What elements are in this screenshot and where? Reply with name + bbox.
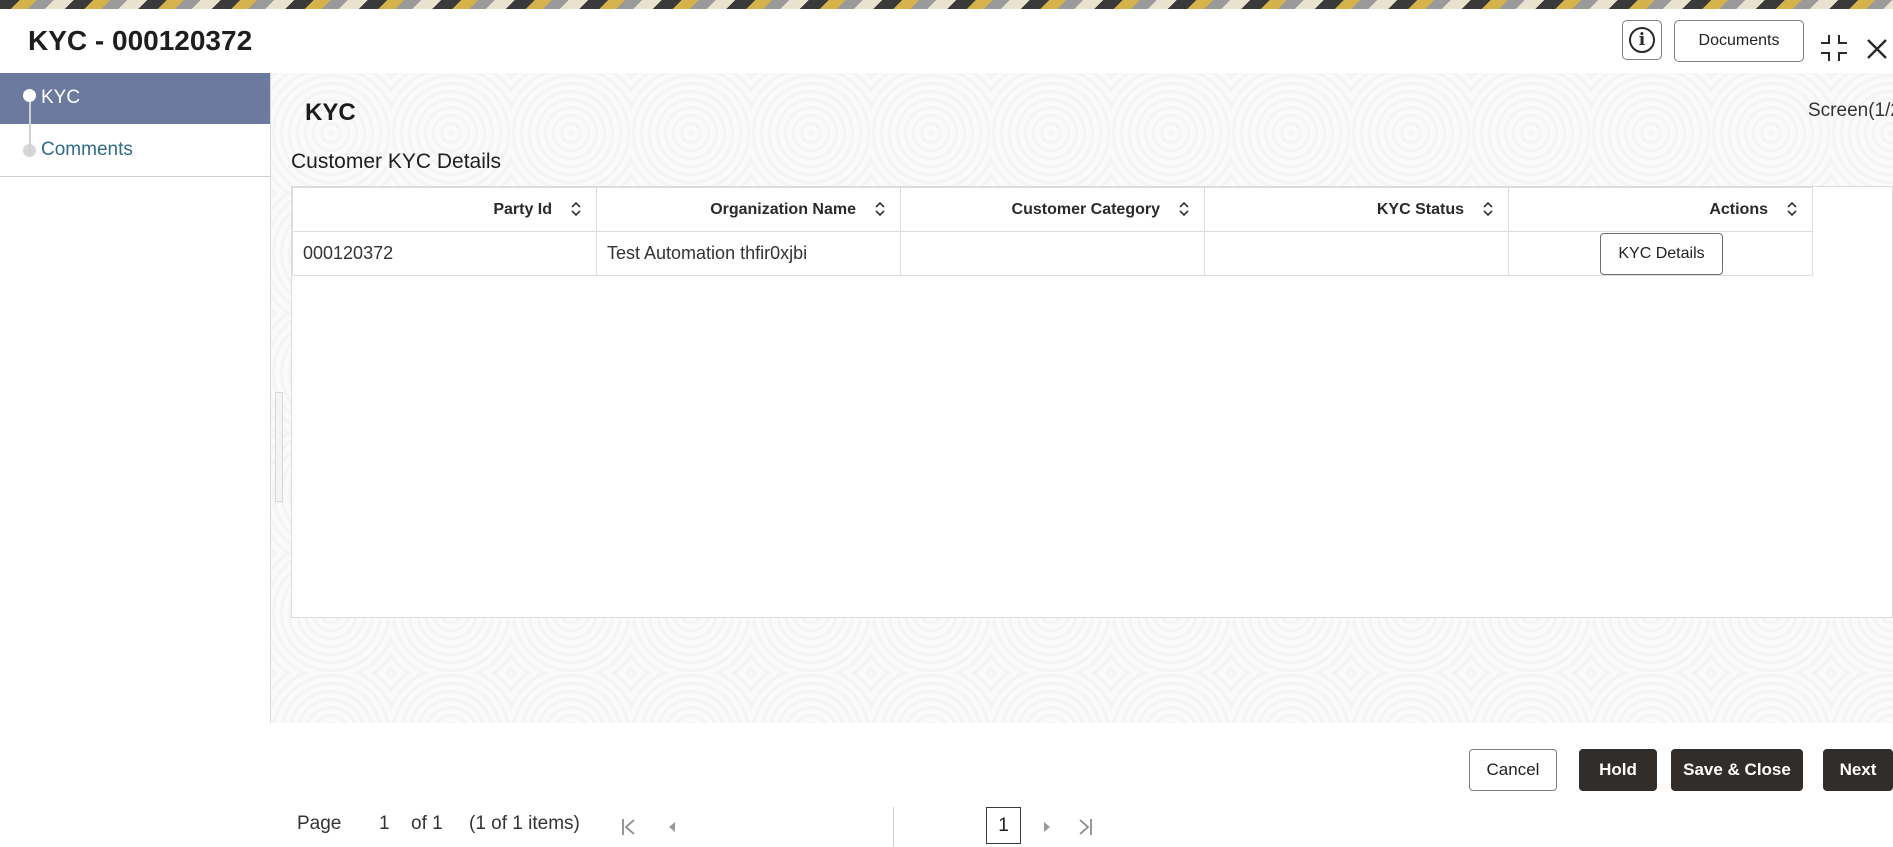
sidebar-item-kyc[interactable]: KYC (0, 73, 270, 124)
page-number-input[interactable]: 1 (379, 813, 390, 835)
column-header-label: KYC Status (1376, 200, 1464, 218)
column-header-label: Actions (1709, 200, 1768, 218)
table-row: 000120372 Test Automation thfir0xjbi KYC… (292, 231, 1813, 276)
dialog-title: KYC - 000120372 (28, 25, 253, 56)
collapse-icon[interactable] (1820, 34, 1848, 62)
column-header-label: Customer Category (1011, 200, 1160, 218)
items-count-label: (1 of 1 items) (469, 813, 580, 834)
previous-page-icon[interactable] (663, 817, 681, 837)
column-header-party-id[interactable]: Party Id (292, 187, 597, 232)
cell-kyc-status (1204, 231, 1509, 276)
timeline-connector (29, 102, 31, 155)
pagination: Page 1 of 1 (1 of 1 items) 1 (292, 807, 1192, 847)
table-header-row: Party Id Organization Name Customer Cate… (292, 187, 1813, 232)
cell-customer-category (900, 231, 1205, 276)
kyc-table: Party Id Organization Name Customer Cate… (291, 186, 1893, 847)
page-total-label: of 1 (411, 813, 443, 834)
first-page-icon[interactable] (620, 817, 638, 837)
hold-button[interactable]: Hold (1579, 749, 1657, 791)
column-header-label: Party Id (493, 200, 552, 218)
sidebar-item-label: Comments (41, 139, 133, 160)
kyc-details-button[interactable]: KYC Details (1600, 232, 1723, 275)
subsection-title: Customer KYC Details (291, 150, 502, 173)
dialog-footer: Cancel Hold Save & Close Next (0, 732, 1893, 791)
dialog-header: KYC - 000120372 i Documents (0, 9, 1893, 74)
kyc-dialog: KYC - 000120372 i Documents KYC Comments… (0, 9, 1893, 847)
close-icon[interactable] (1864, 36, 1890, 62)
screen-indicator: Screen(1/2) (1808, 100, 1893, 121)
sort-icon[interactable] (570, 201, 582, 217)
info-button[interactable]: i (1622, 20, 1662, 60)
resize-handle[interactable] (275, 392, 283, 502)
step-dot-icon (23, 89, 36, 102)
next-page-icon[interactable] (1038, 817, 1056, 837)
current-page-button[interactable]: 1 (986, 807, 1021, 844)
next-button[interactable]: Next (1823, 749, 1893, 791)
save-close-button[interactable]: Save & Close (1671, 749, 1803, 791)
sidebar-item-label: KYC (41, 87, 81, 108)
cancel-button[interactable]: Cancel (1469, 749, 1557, 791)
background-strip (0, 0, 1893, 9)
section-title: KYC (305, 99, 356, 126)
documents-button[interactable]: Documents (1674, 20, 1804, 62)
column-header-actions[interactable]: Actions (1508, 187, 1813, 232)
kyc-details-table: Party Id Organization Name Customer Cate… (292, 187, 1813, 276)
cell-party-id: 000120372 (292, 231, 597, 276)
info-icon: i (1629, 27, 1655, 53)
column-header-kyc-status[interactable]: KYC Status (1204, 187, 1509, 232)
cell-actions: KYC Details (1508, 231, 1813, 276)
sidebar: KYC Comments (0, 73, 271, 723)
pagination-divider (893, 807, 894, 847)
sort-icon[interactable] (874, 201, 886, 217)
column-header-organization-name[interactable]: Organization Name (596, 187, 901, 232)
column-header-label: Organization Name (710, 200, 856, 218)
column-header-customer-category[interactable]: Customer Category (900, 187, 1205, 232)
sidebar-item-comments[interactable]: Comments (0, 125, 270, 177)
page-label: Page (297, 813, 342, 834)
sort-icon[interactable] (1178, 201, 1190, 217)
last-page-icon[interactable] (1076, 817, 1094, 837)
cell-organization-name: Test Automation thfir0xjbi (596, 231, 901, 276)
sort-icon[interactable] (1482, 201, 1494, 217)
sort-icon[interactable] (1786, 201, 1798, 217)
